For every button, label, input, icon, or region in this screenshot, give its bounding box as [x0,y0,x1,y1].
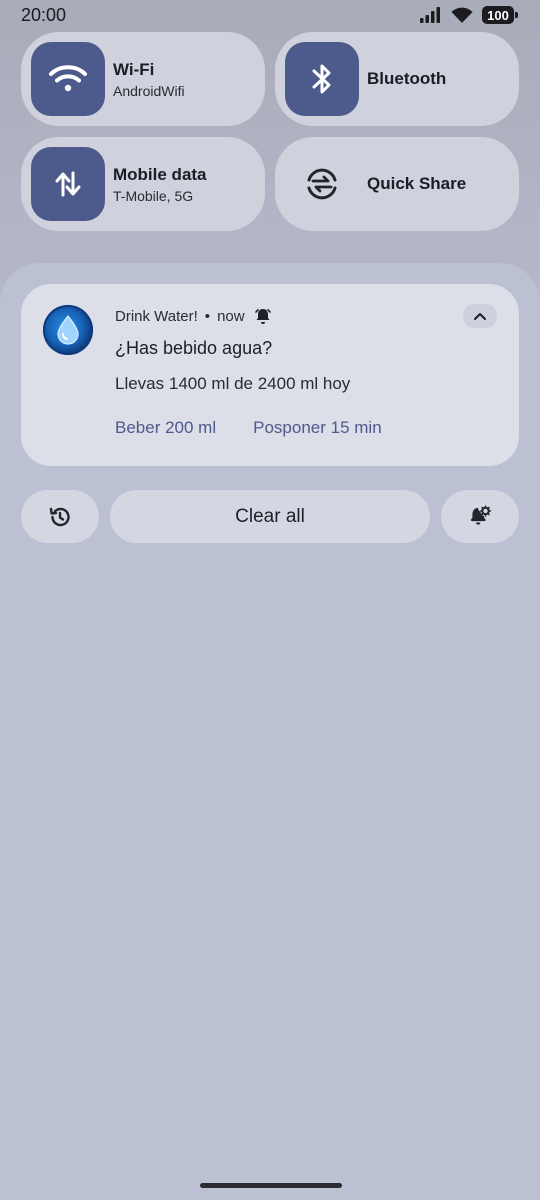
action-drink-button[interactable]: Beber 200 ml [115,418,216,438]
clear-all-button[interactable]: Clear all [110,490,430,543]
tile-mobile-data-icon-box [31,147,105,221]
notification-app-name: Drink Water! [115,307,198,325]
status-bar: 20:00 100 [0,0,540,32]
status-icons: 100 [420,6,518,24]
tile-wifi-subtitle: AndroidWifi [113,82,185,99]
tile-wifi-icon-box [31,42,105,116]
tile-mobile-data[interactable]: Mobile data T-Mobile, 5G [21,137,265,231]
notification-header: Drink Water! • now [115,307,272,325]
battery-icon: 100 [482,6,518,24]
notification-card[interactable]: Drink Water! • now ¿Has bebido agua? Lle… [21,284,519,466]
action-snooze-button[interactable]: Posponer 15 min [253,418,382,438]
tile-mobile-data-subtitle: T-Mobile, 5G [113,187,194,204]
status-time: 20:00 [21,5,67,25]
bluetooth-icon [312,64,331,94]
tile-wifi[interactable]: Wi-Fi AndroidWifi [21,32,265,126]
home-indicator[interactable] [200,1183,342,1188]
collapse-button[interactable] [463,304,497,328]
water-drop-icon [43,305,93,355]
tile-quick-share-title: Quick Share [367,174,467,193]
tile-wifi-title: Wi-Fi [113,59,155,79]
signal-icon [420,7,440,23]
notification-settings-icon [470,504,492,525]
wifi-icon [49,65,87,92]
history-button[interactable] [21,490,99,543]
notification-body: Llevas 1400 ml de 2400 ml hoy [115,374,351,393]
quick-share-icon [307,168,337,200]
history-icon [49,507,70,526]
tile-mobile-data-title: Mobile data [113,164,207,184]
mobile-data-icon [55,171,81,197]
alert-bell-icon [254,309,271,324]
tile-bluetooth[interactable]: Bluetooth [275,32,519,126]
tile-quick-share-icon-box [285,147,359,221]
notification-settings-button[interactable] [441,490,519,543]
wifi-icon [451,7,473,23]
notification-time: now [217,307,245,325]
header-separator: • [204,307,211,325]
tile-quick-share[interactable]: Quick Share [275,137,519,231]
notification-actions: Beber 200 ml Posponer 15 min [115,418,382,438]
chevron-up-icon [474,312,486,320]
tile-bluetooth-title: Bluetooth [367,69,447,88]
notification-title: ¿Has bebido agua? [115,338,273,358]
tile-bluetooth-icon-box [285,42,359,116]
